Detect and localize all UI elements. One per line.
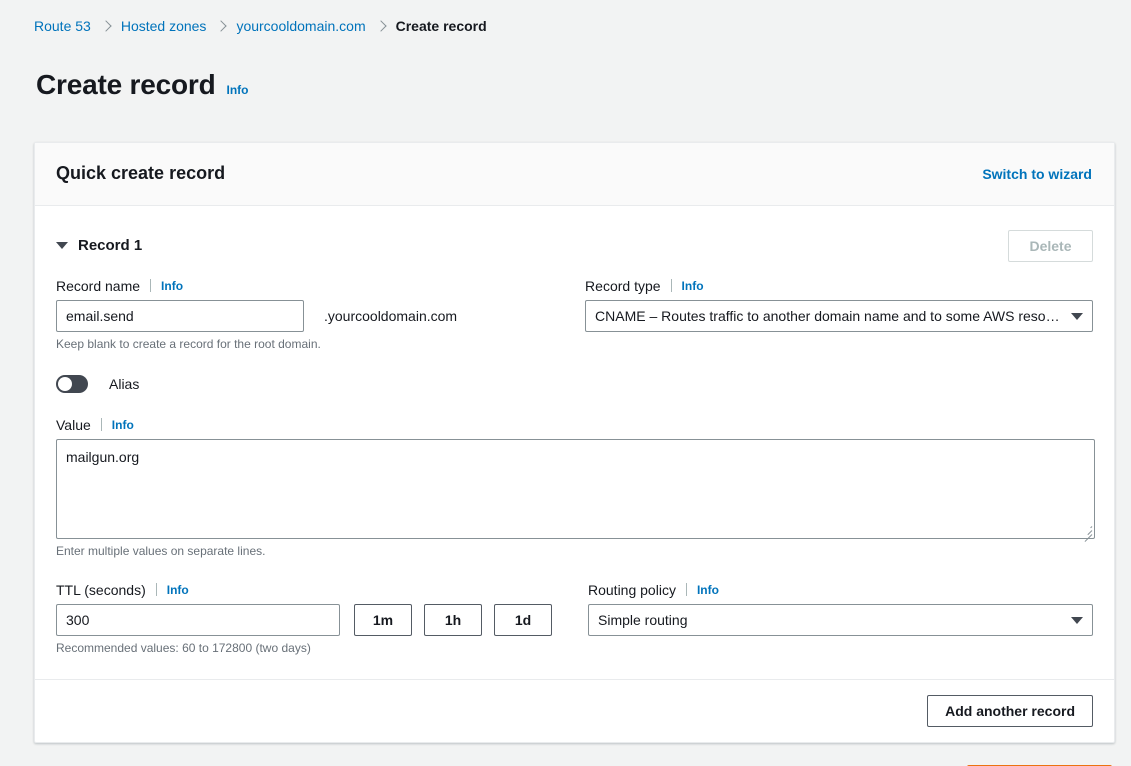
value-hint: Enter multiple values on separate lines. (56, 544, 1093, 558)
breadcrumb-item-current: Create record (396, 18, 487, 34)
value-label: Value (56, 417, 91, 433)
ttl-group: TTL (seconds) Info 1m 1h 1d Recommended … (56, 582, 552, 655)
record-type-value: CNAME – Routes traffic to another domain… (595, 308, 1060, 324)
value-textarea[interactable]: mailgun.org (56, 439, 1095, 539)
record-type-label: Record type (585, 278, 660, 294)
alias-label: Alias (109, 376, 139, 392)
ttl-info-link[interactable]: Info (167, 583, 189, 597)
record-type-group: Record type Info CNAME – Routes traffic … (585, 278, 1093, 351)
label-divider (671, 279, 672, 292)
value-info-link[interactable]: Info (112, 418, 134, 432)
page-actions: Cancel Create records (0, 743, 1131, 766)
record-name-hint: Keep blank to create a record for the ro… (56, 337, 549, 351)
page-title: Create record (36, 69, 215, 101)
record-name-group: Record name Info .yourcooldomain.com Kee… (56, 278, 549, 351)
chevron-right-icon (375, 20, 386, 31)
alias-toggle[interactable] (56, 375, 88, 393)
ttl-label: TTL (seconds) (56, 582, 146, 598)
name-type-row: Record name Info .yourcooldomain.com Kee… (56, 278, 1093, 351)
alias-row: Alias (56, 373, 1093, 395)
record-type-info-link[interactable]: Info (682, 279, 704, 293)
value-textarea-wrap: mailgun.org (56, 439, 1095, 539)
caret-down-icon[interactable] (56, 242, 68, 249)
record-title: Record 1 (78, 237, 142, 254)
card-footer: Add another record (35, 679, 1114, 742)
ttl-preset-1h[interactable]: 1h (424, 604, 482, 636)
record-toggle-group[interactable]: Record 1 (56, 237, 142, 254)
chevron-right-icon (100, 20, 111, 31)
ttl-input-row: 1m 1h 1d (56, 604, 552, 636)
routing-policy-select[interactable]: Simple routing (588, 604, 1093, 636)
value-label-row: Value Info (56, 417, 1093, 433)
delete-record-button[interactable]: Delete (1008, 230, 1093, 262)
label-divider (686, 583, 687, 596)
record-type-select[interactable]: CNAME – Routes traffic to another domain… (585, 300, 1093, 332)
ttl-label-row: TTL (seconds) Info (56, 582, 552, 598)
record-type-label-row: Record type Info (585, 278, 1093, 294)
record-name-domain-suffix: .yourcooldomain.com (324, 308, 457, 324)
ttl-hint: Recommended values: 60 to 172800 (two da… (56, 641, 552, 655)
card-header: Quick create record Switch to wizard (35, 143, 1114, 206)
record-header-row: Record 1 Delete (56, 228, 1093, 264)
switch-to-wizard-link[interactable]: Switch to wizard (982, 166, 1092, 182)
page-info-link[interactable]: Info (226, 83, 248, 97)
routing-policy-group: Routing policy Info Simple routing (588, 582, 1093, 655)
page-title-row: Create record Info (0, 34, 1131, 120)
ttl-preset-1m[interactable]: 1m (354, 604, 412, 636)
record-name-label: Record name (56, 278, 140, 294)
card-body: Record 1 Delete Record name Info .yourco… (35, 206, 1114, 679)
chevron-right-icon (216, 20, 227, 31)
record-name-info-link[interactable]: Info (161, 279, 183, 293)
record-name-input[interactable] (56, 300, 304, 332)
card-title: Quick create record (56, 163, 225, 184)
breadcrumb-item-hosted-zones[interactable]: Hosted zones (121, 18, 207, 34)
label-divider (150, 279, 151, 292)
value-group: Value Info mailgun.org Enter multiple va… (56, 417, 1093, 558)
chevron-down-icon (1071, 617, 1083, 624)
routing-policy-info-link[interactable]: Info (697, 583, 719, 597)
label-divider (101, 418, 102, 431)
ttl-preset-1d[interactable]: 1d (494, 604, 552, 636)
ttl-input[interactable] (56, 604, 340, 636)
toggle-knob (58, 377, 72, 391)
breadcrumb-item-domain[interactable]: yourcooldomain.com (236, 18, 365, 34)
breadcrumb: Route 53 Hosted zones yourcooldomain.com… (0, 0, 1131, 34)
quick-create-record-card: Quick create record Switch to wizard Rec… (34, 142, 1115, 743)
ttl-preset-group: 1m 1h 1d (354, 604, 552, 636)
record-name-label-row: Record name Info (56, 278, 549, 294)
add-another-record-button[interactable]: Add another record (927, 695, 1093, 727)
label-divider (156, 583, 157, 596)
ttl-routing-row: TTL (seconds) Info 1m 1h 1d Recommended … (56, 582, 1093, 655)
breadcrumb-item-route-53[interactable]: Route 53 (34, 18, 91, 34)
chevron-down-icon (1071, 313, 1083, 320)
routing-policy-label: Routing policy (588, 582, 676, 598)
record-name-input-row: .yourcooldomain.com (56, 300, 549, 332)
routing-policy-label-row: Routing policy Info (588, 582, 1093, 598)
routing-policy-value: Simple routing (598, 612, 688, 628)
